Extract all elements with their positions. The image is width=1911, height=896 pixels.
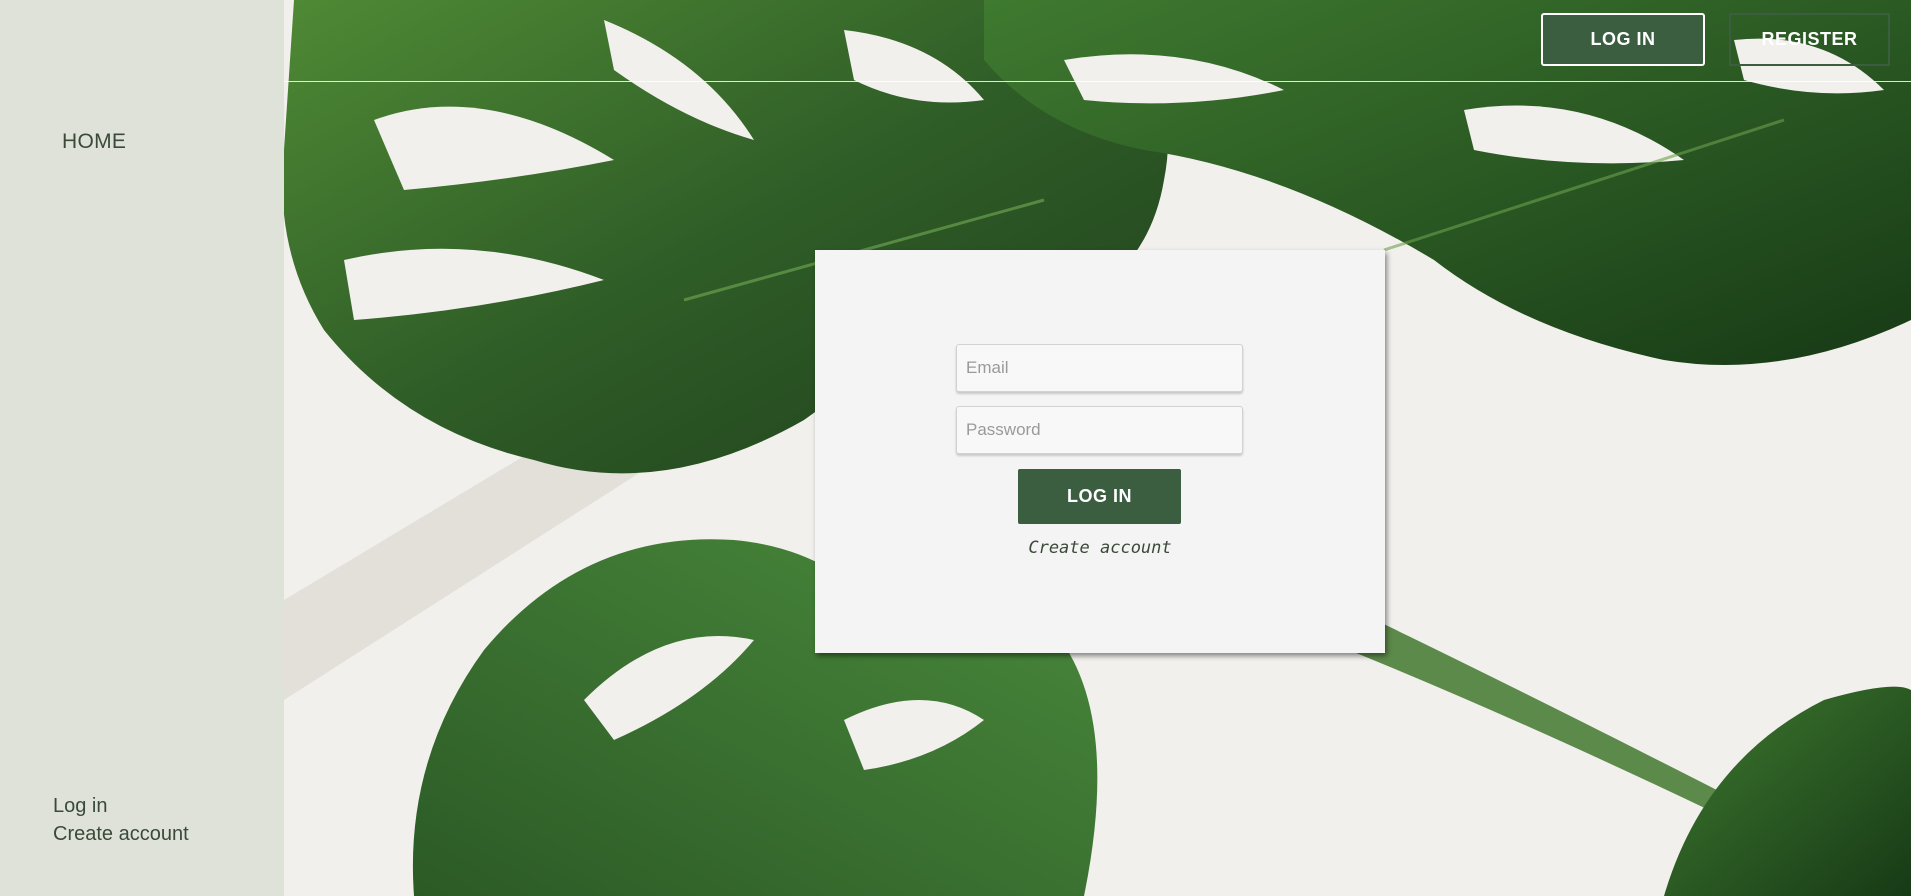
email-input[interactable] [956,344,1243,392]
login-submit-button[interactable]: LOG IN [1018,469,1181,524]
sidebar-login-link[interactable]: Log in [53,792,189,820]
create-account-link[interactable]: Create account [815,538,1385,558]
sidebar-bottom-links: Log in Create account [53,792,189,848]
password-input[interactable] [956,406,1243,454]
header-login-button[interactable]: LOG IN [1541,13,1705,66]
sidebar: HOME Log in Create account [0,0,284,896]
header-register-button[interactable]: REGISTER [1729,13,1890,66]
sidebar-home-link[interactable]: HOME [62,130,126,154]
login-card: LOG IN Create account [815,250,1385,653]
sidebar-create-account-link[interactable]: Create account [53,820,189,848]
header-divider [284,81,1911,82]
